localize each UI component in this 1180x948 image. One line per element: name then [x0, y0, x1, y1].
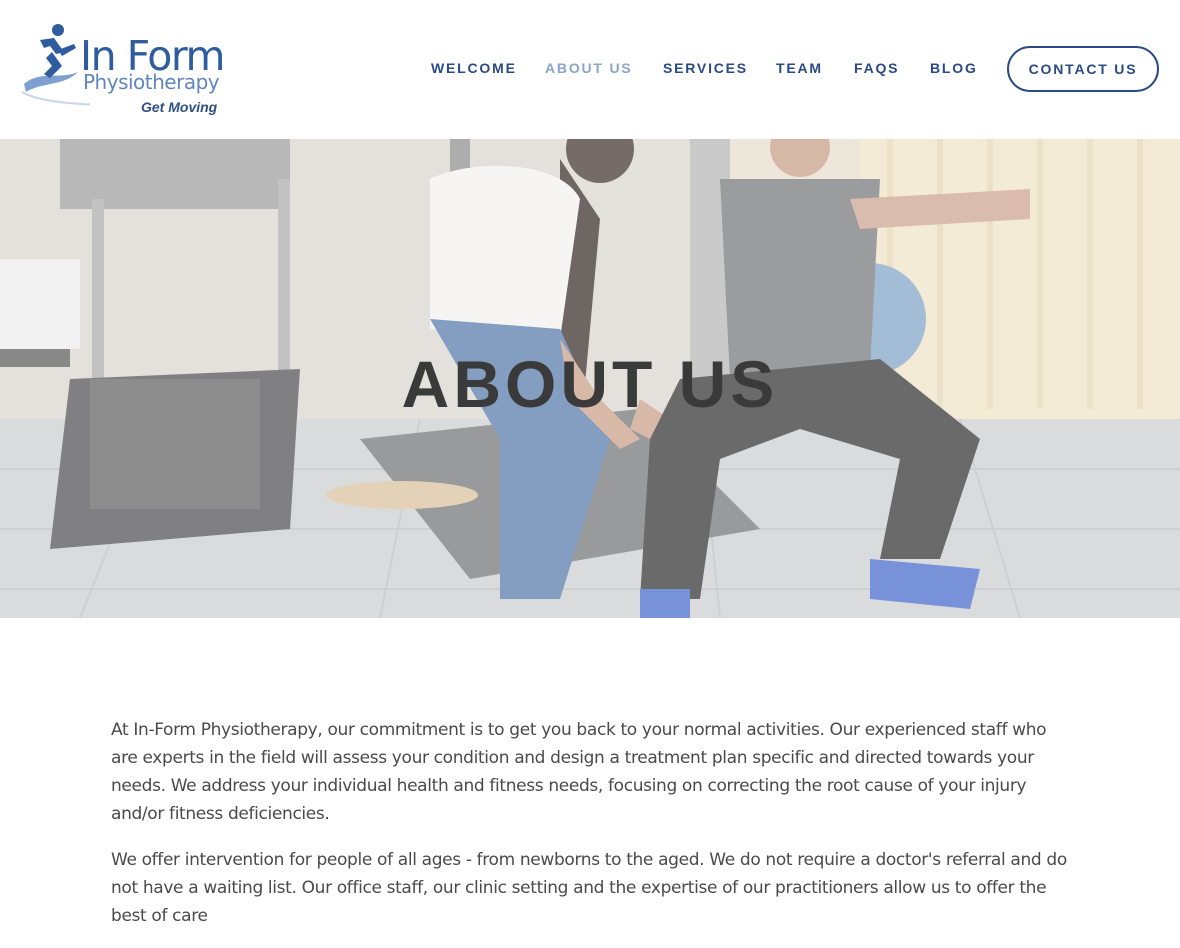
about-content: At In-Form Physiotherapy, our commitment…	[111, 716, 1071, 948]
nav-item-faqs[interactable]: FAQS	[854, 60, 899, 76]
hero-banner: ABOUT US	[0, 139, 1180, 618]
about-paragraph: At In-Form Physiotherapy, our commitment…	[111, 720, 1047, 824]
nav-item-blog[interactable]: BLOG	[930, 60, 978, 76]
brand-logo[interactable]: In Form Physiotherapy Get Moving	[20, 22, 225, 118]
page-title: ABOUT US	[401, 347, 779, 421]
nav-item-welcome[interactable]: WELCOME	[431, 60, 517, 76]
contact-us-button[interactable]: CONTACT US	[1007, 46, 1159, 92]
nav-item-services[interactable]: SERVICES	[663, 60, 748, 76]
logo-subtitle: Physiotherapy	[83, 70, 220, 94]
about-paragraph: We offer intervention for people of all …	[111, 850, 1067, 926]
logo-tagline: Get Moving	[141, 99, 218, 115]
nav-item-team[interactable]: TEAM	[776, 60, 823, 76]
nav-item-about-us[interactable]: ABOUT US	[545, 60, 633, 76]
site-header: In Form Physiotherapy Get Moving WELCOME…	[0, 0, 1180, 139]
